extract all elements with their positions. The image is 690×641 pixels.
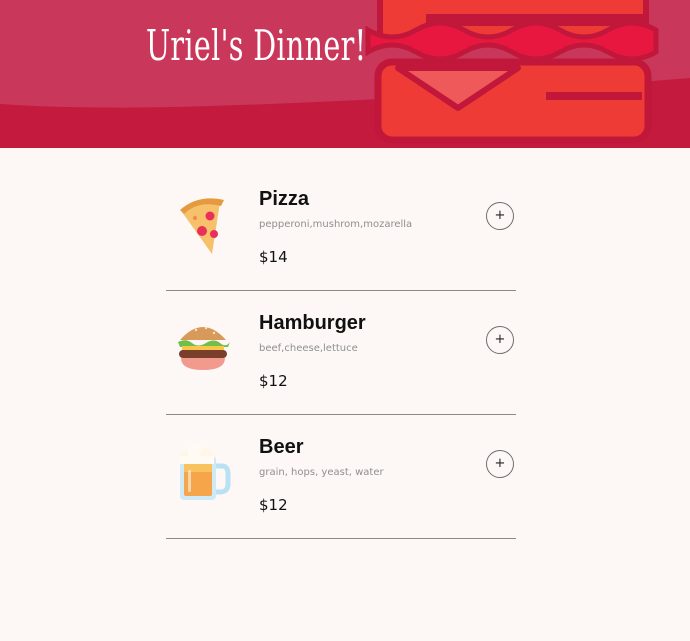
item-ingredients: pepperoni,mushrom,mozarella	[259, 219, 413, 230]
header: Uriel's Dinner!	[0, 0, 690, 148]
item-name: Hamburger	[259, 312, 366, 334]
hamburger-icon	[174, 316, 232, 386]
hamburger-banner-icon	[365, 0, 659, 144]
add-to-order-button[interactable]: +	[486, 202, 514, 230]
item-price: $12	[259, 372, 288, 390]
item-ingredients: beef,cheese,lettuce	[259, 343, 358, 354]
item-price: $12	[259, 496, 288, 514]
item-name: Pizza	[259, 188, 310, 210]
add-to-order-button[interactable]: +	[486, 326, 514, 354]
add-to-order-button[interactable]: +	[486, 450, 514, 478]
menu-list: Pizza pepperoni,mushrom,mozarella $14 + …	[166, 168, 516, 540]
item-ingredients: grain, hops, yeast, water	[259, 467, 384, 478]
menu-item-beer: Beer grain, hops, yeast, water $12 +	[166, 416, 516, 539]
item-name: Beer	[259, 436, 304, 458]
beer-icon	[174, 440, 232, 510]
pizza-icon	[174, 192, 232, 262]
menu-item-hamburger: Hamburger beef,cheese,lettuce $12 +	[166, 292, 516, 415]
menu-item-pizza: Pizza pepperoni,mushrom,mozarella $14 +	[166, 168, 516, 291]
item-price: $14	[259, 248, 288, 266]
page-title: Uriel's Dinner!	[146, 21, 367, 70]
